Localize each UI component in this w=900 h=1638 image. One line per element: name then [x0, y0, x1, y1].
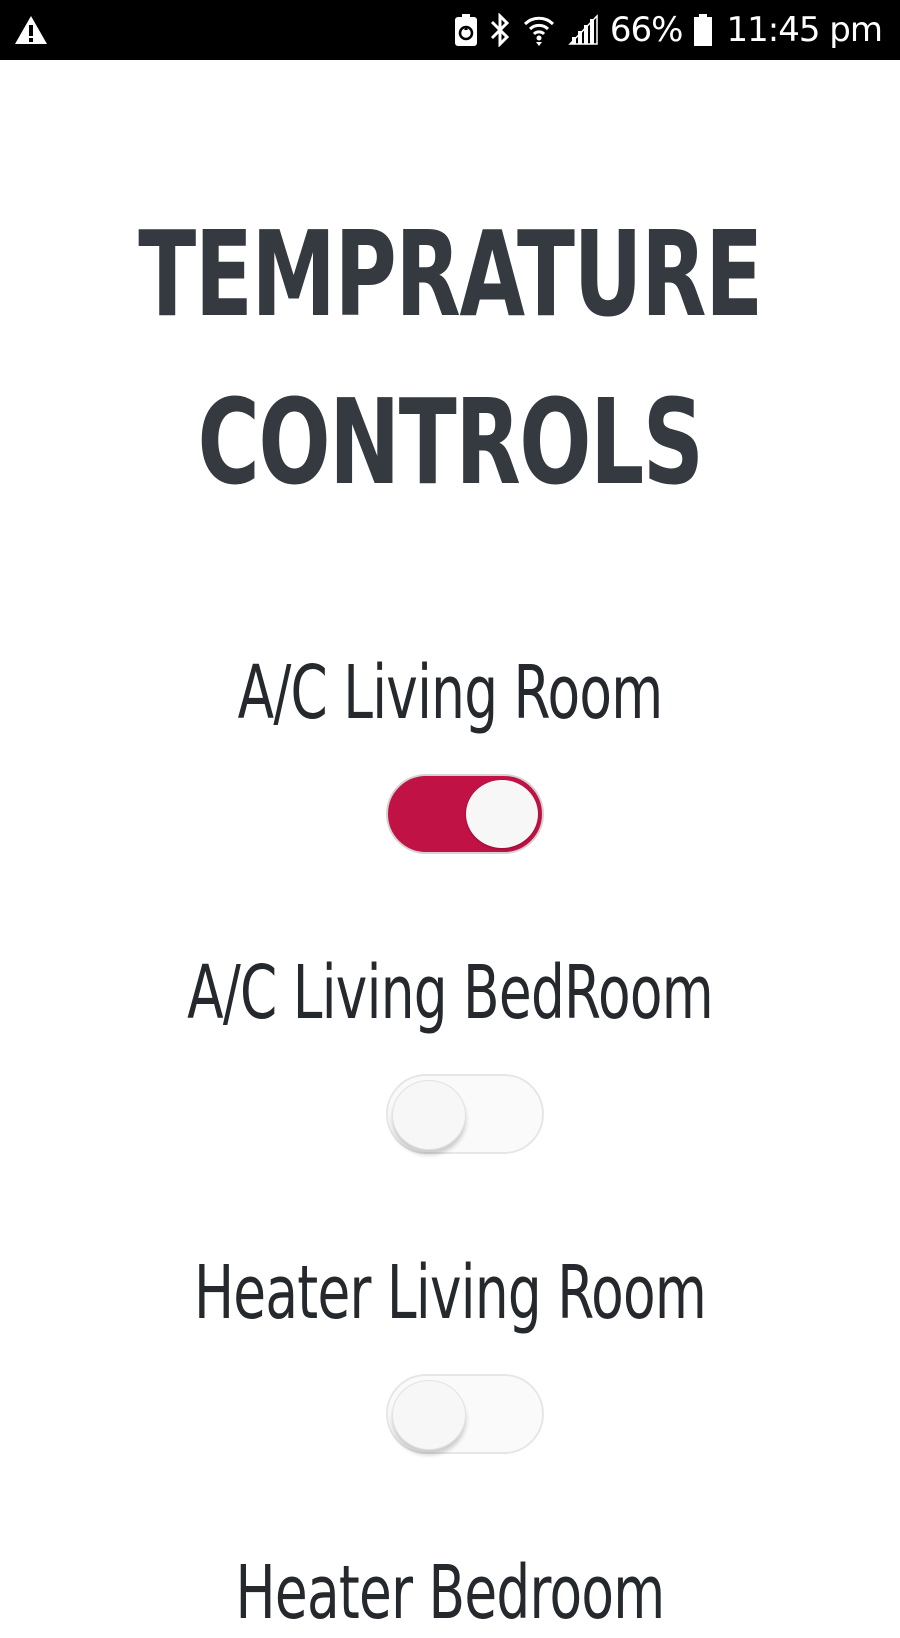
toggle-knob: [392, 1380, 466, 1450]
warning-icon: [15, 16, 47, 44]
status-icons: 66% 11:45 pm: [454, 0, 883, 60]
status-time: 11:45 pm: [726, 10, 883, 50]
control-label: A/C Living BedRoom: [187, 950, 714, 1036]
battery-percent: 66%: [609, 10, 684, 50]
status-bar: 66% 11:45 pm: [0, 0, 900, 60]
heater-living-room-toggle[interactable]: [386, 1374, 544, 1454]
control-heater-living-room: Heater Living Room: [0, 1248, 900, 1454]
toggle-knob: [392, 1080, 466, 1150]
page-title: TEMPRATURE CONTROLS: [126, 190, 774, 526]
cell-signal-icon: [568, 14, 598, 45]
control-label: A/C Living Room: [237, 650, 664, 736]
battery-icon: [693, 14, 712, 46]
page-title-line-1: TEMPRATURE: [138, 205, 763, 343]
control-ac-living-bedroom: A/C Living BedRoom: [0, 948, 900, 1154]
control-ac-living-room: A/C Living Room: [0, 648, 900, 854]
ac-living-room-toggle[interactable]: [386, 774, 544, 854]
control-label: Heater Bedroom: [235, 1550, 666, 1636]
ac-living-bedroom-toggle[interactable]: [386, 1074, 544, 1154]
wifi-icon: [523, 16, 554, 46]
toggle-knob: [466, 780, 538, 848]
battery-saver-icon: [454, 14, 477, 46]
page-title-line-2: CONTROLS: [197, 373, 704, 511]
control-label: Heater Living Room: [193, 1250, 707, 1336]
bluetooth-icon: [490, 13, 510, 47]
control-heater-bedroom: Heater Bedroom: [0, 1548, 900, 1638]
